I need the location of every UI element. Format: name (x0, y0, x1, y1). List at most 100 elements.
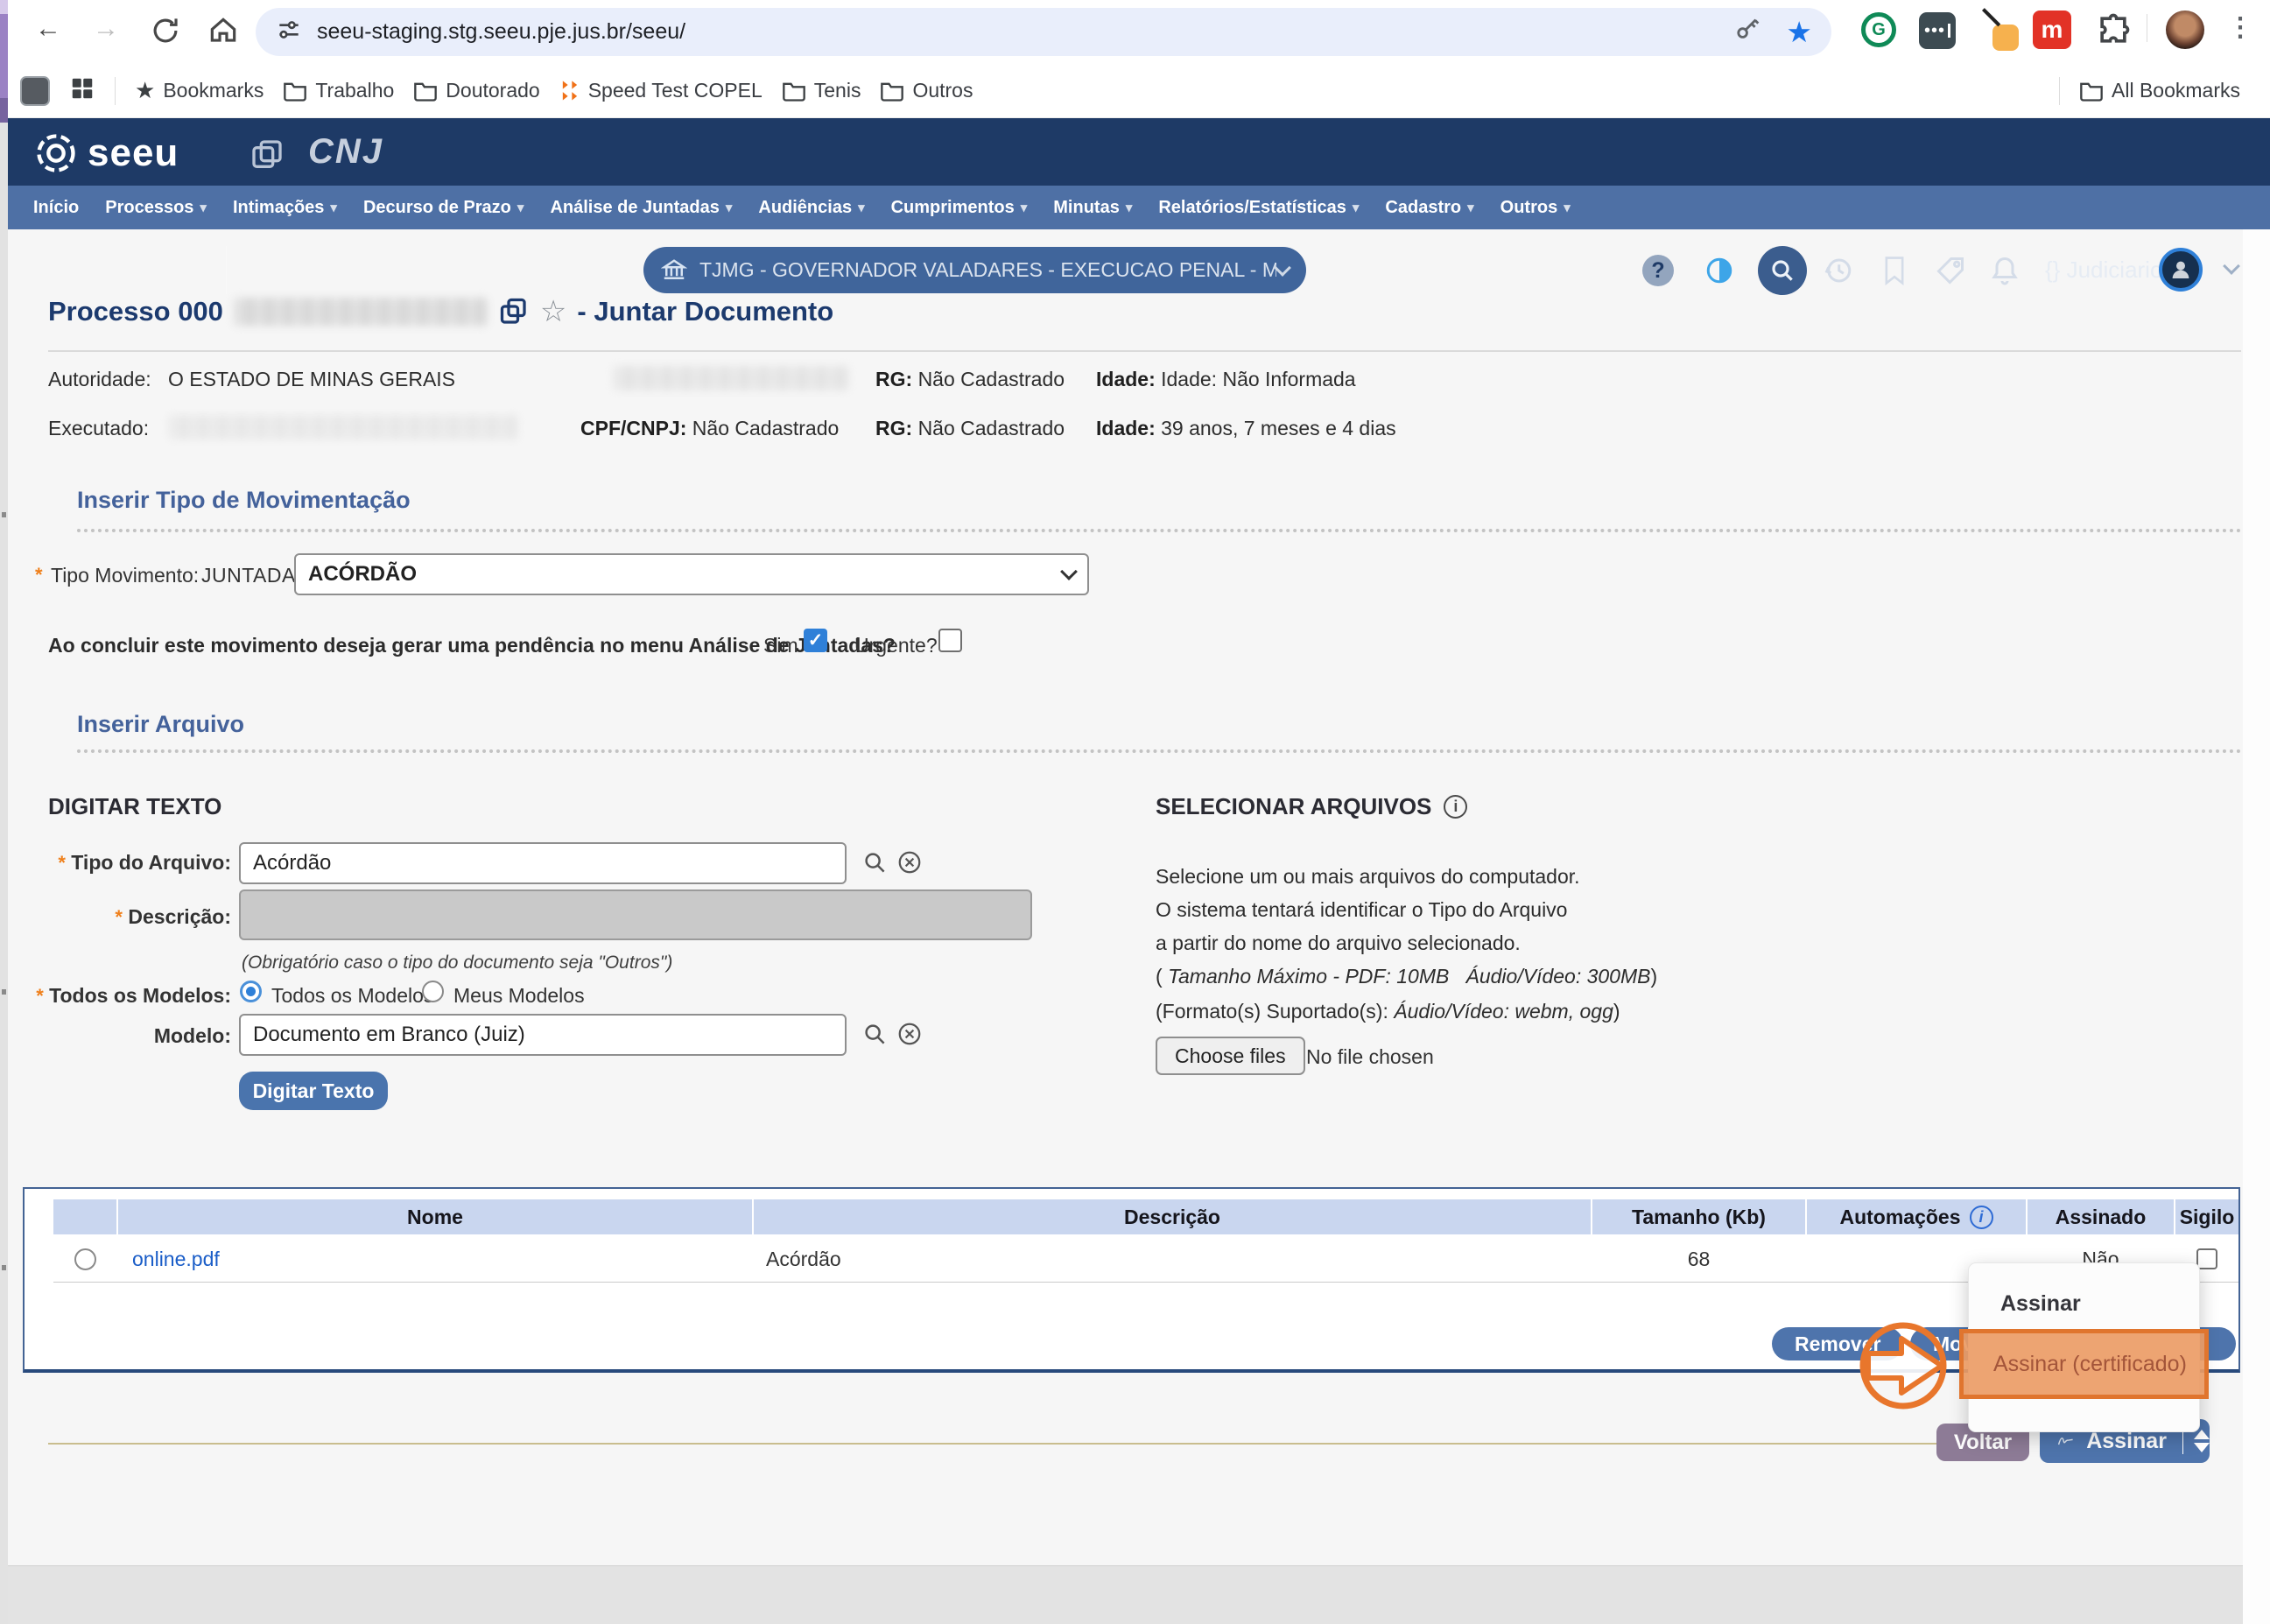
bookmark-icon[interactable] (1875, 251, 1914, 290)
assinar-options-toggle[interactable] (2194, 1430, 2210, 1452)
sigilo-checkbox[interactable] (2196, 1248, 2217, 1269)
nav-item-audiencias[interactable]: Audiências▾ (758, 198, 864, 218)
nav-item-minutas[interactable]: Minutas▾ (1053, 198, 1132, 218)
descricao-label: * Descrição: (32, 905, 231, 929)
assinar-certificado-label: Assinar (certificado) (1993, 1352, 2187, 1377)
sim-label: Sim (763, 634, 798, 657)
bookmark-item-doutorado[interactable]: Doutorado (413, 79, 539, 102)
search-lookup-icon[interactable] (861, 1021, 888, 1051)
digitar-texto-button[interactable]: Digitar Texto (239, 1072, 388, 1110)
favorite-star-icon[interactable]: ☆ (540, 294, 566, 329)
forward-icon[interactable]: → (93, 16, 119, 42)
chevron-down-icon: ▾ (1126, 200, 1133, 215)
tipo-movimento-select[interactable]: ACÓRDÃO (294, 553, 1089, 595)
required-asterisk: * (115, 906, 123, 928)
selecionar-arquivos-header: SELECIONAR ARQUIVOS i (1156, 793, 1467, 820)
info-icon[interactable]: i (1444, 795, 1467, 819)
row-select-radio[interactable] (74, 1248, 96, 1270)
radio-todos-modelos[interactable] (240, 981, 262, 1002)
brightness-icon[interactable] (1700, 251, 1739, 290)
profile-avatar[interactable] (2166, 11, 2204, 49)
juntada-overlap-icon[interactable] (249, 137, 285, 177)
folder-icon (880, 81, 904, 102)
nav-item-processos[interactable]: Processos▾ (105, 198, 207, 218)
password-key-icon[interactable] (1733, 15, 1763, 49)
refresh-icon[interactable] (149, 14, 182, 52)
bookmark-item-outros[interactable]: Outros (880, 79, 973, 102)
nav-item-relatorios-estatisticas[interactable]: Relatórios/Estatísticas▾ (1158, 198, 1359, 218)
modelo-input[interactable]: Documento em Branco (Juiz) (239, 1014, 847, 1056)
rg-row2: RG: Não Cadastrado (875, 417, 1065, 440)
executado-label: Executado: (48, 417, 149, 440)
copy-process-icon[interactable] (498, 296, 530, 327)
tab-group-icon[interactable] (20, 76, 50, 106)
bookmarks-bar: ★ Bookmarks Trabalho Doutorado Speed Tes… (8, 64, 2270, 118)
nav-item-decurso-de-prazo[interactable]: Decurso de Prazo▾ (363, 198, 524, 218)
home-icon[interactable] (207, 14, 240, 52)
clear-field-icon[interactable] (896, 1021, 923, 1051)
profile-chevron-down-icon[interactable] (2223, 257, 2240, 275)
radio-meus-modelos[interactable] (422, 981, 444, 1002)
help-icon[interactable]: ? (1639, 251, 1677, 290)
nav-item-outros[interactable]: Outros▾ (1500, 198, 1571, 218)
bookmark-item-trabalho[interactable]: Trabalho (283, 79, 394, 102)
history-icon[interactable] (1819, 251, 1858, 290)
colorpicker-extension-icon[interactable] (1980, 9, 2022, 53)
menu-item-assinar[interactable]: Assinar (2000, 1291, 2081, 1317)
nav-item-cumprimentos[interactable]: Cumprimentos▾ (891, 198, 1028, 218)
tune-icon[interactable] (275, 16, 303, 48)
mendeley-extension-icon[interactable]: m (2033, 11, 2071, 49)
section-title-arquivo: Inserir Arquivo (77, 711, 244, 738)
radio-todos-label[interactable]: Todos os Modelos (271, 984, 433, 1008)
all-bookmarks[interactable]: All Bookmarks (2079, 79, 2240, 102)
title-divider (48, 350, 2241, 352)
bookmark-item-tenis[interactable]: Tenis (782, 79, 861, 102)
back-icon[interactable]: ← (35, 16, 61, 42)
required-asterisk: * (35, 564, 43, 587)
header-automacoes: Automações i (1807, 1199, 2026, 1234)
bookmark-item-bookmarks[interactable]: ★ Bookmarks (135, 77, 264, 104)
browser-menu-icon[interactable]: ⋮ (2227, 12, 2253, 43)
folder-icon (413, 81, 438, 102)
apps-grid-icon[interactable] (69, 75, 95, 106)
tipo-arquivo-input[interactable]: Acórdão (239, 842, 847, 884)
search-icon[interactable] (1758, 246, 1807, 295)
cnj-logo[interactable]: CNJ (308, 132, 383, 172)
header-assinado: Assinado (2028, 1199, 2174, 1234)
browser-toolbar: ← → seeu-staging.stg.seeu.pje.jus.br/see… (0, 0, 2270, 118)
chevron-down-icon: ▾ (330, 200, 337, 215)
court-selector[interactable]: TJMG - GOVERNADOR VALADARES - EXECUCAO P… (643, 247, 1306, 293)
choose-files-button[interactable]: Choose files (1156, 1037, 1305, 1075)
nav-item-analise-de-juntadas[interactable]: Análise de Juntadas▾ (550, 198, 732, 218)
search-lookup-icon[interactable] (861, 849, 888, 880)
menu-item-assinar-certificado[interactable]: Assinar (certificado) (1959, 1329, 2209, 1399)
urgente-label: Urgente? (854, 634, 938, 657)
page-scrollbar-area[interactable] (2243, 229, 2270, 1624)
url-text[interactable]: seeu-staging.stg.seeu.pje.jus.br/seeu/ (317, 19, 1733, 45)
bookmark-item-speed-test-copel[interactable]: Speed Test COPEL (559, 79, 763, 103)
notifications-bell-icon[interactable] (1985, 251, 2024, 290)
bookmark-star-icon[interactable]: ★ (1786, 18, 1812, 46)
extensions-puzzle-icon[interactable] (2094, 11, 2133, 53)
radio-meus-label[interactable]: Meus Modelos (453, 984, 585, 1008)
court-bank-icon (661, 257, 687, 284)
chevron-down-icon: ▾ (1021, 200, 1028, 215)
nav-item-intimacoes[interactable]: Intimações▾ (233, 198, 337, 218)
grammarly-extension-icon[interactable]: G (1861, 12, 1896, 47)
info-icon[interactable]: i (1970, 1206, 1993, 1229)
select-chevron-icon (1060, 563, 1078, 580)
file-link[interactable]: online.pdf (132, 1248, 220, 1271)
tag-icon[interactable] (1931, 251, 1970, 290)
urgente-checkbox[interactable] (938, 629, 962, 652)
address-bar[interactable]: seeu-staging.stg.seeu.pje.jus.br/seeu/ ★ (256, 8, 1831, 56)
nav-item-inicio[interactable]: Início (33, 198, 79, 218)
clear-field-icon[interactable] (896, 849, 923, 880)
user-avatar[interactable] (2159, 248, 2203, 292)
sim-checkbox[interactable]: ✓ (804, 629, 827, 652)
chevron-down-icon: ▾ (858, 200, 865, 215)
password-manager-extension-icon[interactable]: ••• (1919, 12, 1956, 49)
modelos-label: * Todos os Modelos: (18, 984, 231, 1008)
nav-item-cadastro[interactable]: Cadastro▾ (1385, 198, 1473, 218)
chevron-down-icon: ▾ (1353, 200, 1360, 215)
seeu-logo[interactable]: seeu (33, 130, 179, 176)
